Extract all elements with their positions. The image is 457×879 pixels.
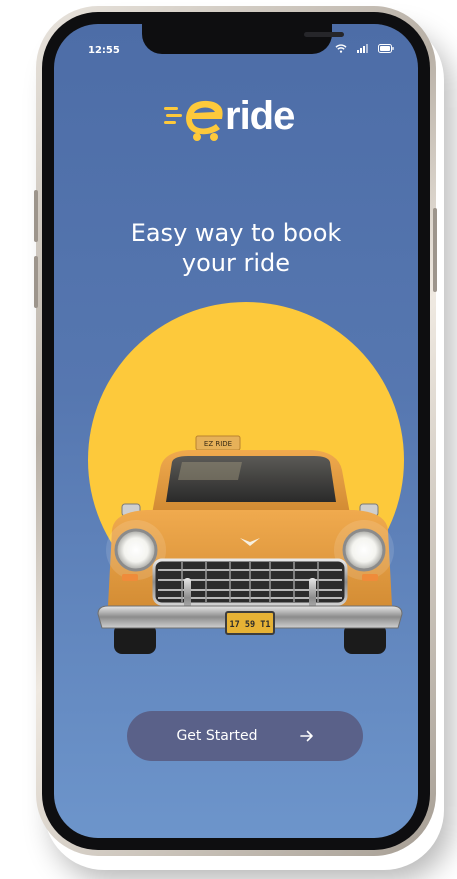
status-icons [335, 44, 394, 53]
phone-volume-button [34, 256, 38, 308]
logo-mark-icon [164, 100, 223, 141]
right-turn-light [362, 574, 378, 581]
app-screen: 12:55 ride Easy way to book your ride EZ… [54, 24, 418, 838]
phone-volume-button [34, 190, 38, 242]
status-time: 12:55 [88, 45, 120, 56]
get-started-label: Get Started [176, 728, 258, 744]
mockup-stage: 12:55 ride Easy way to book your ride EZ… [0, 0, 457, 879]
onboarding-headline: Easy way to book your ride [54, 218, 418, 278]
left-turn-light [122, 574, 138, 581]
taxi-car-illustration: EZ RIDE 17 59 T1 [97, 435, 403, 654]
get-started-button[interactable]: Get Started [127, 711, 363, 761]
license-plate-text: 17 59 T1 [230, 620, 271, 630]
wifi-icon [335, 44, 347, 53]
headline-line-1: Easy way to book [130, 219, 342, 247]
roof-sign-text: EZ RIDE [204, 440, 232, 448]
phone-side-button [433, 208, 437, 292]
arrow-right-icon [299, 730, 313, 742]
mirror-reflection [178, 462, 242, 480]
eride-logo: ride [164, 94, 334, 144]
logo-wordmark: ride [225, 94, 295, 138]
battery-icon [378, 44, 394, 53]
headline-line-2: your ride [181, 249, 291, 277]
cellular-signal-icon [357, 44, 368, 53]
phone-notch [142, 24, 344, 54]
speaker-grille [304, 32, 344, 37]
